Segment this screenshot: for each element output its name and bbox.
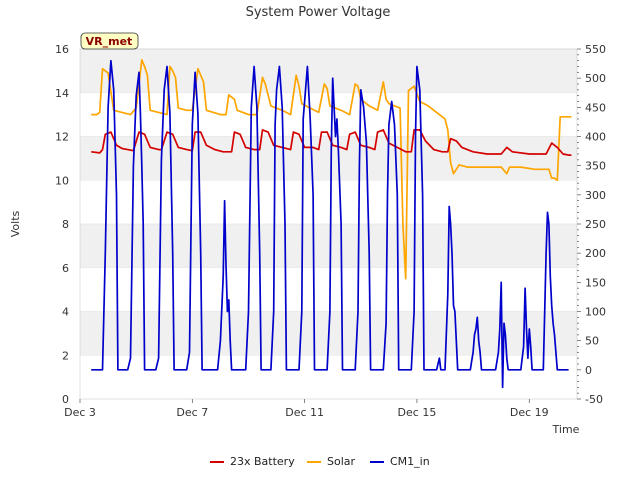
- y-tick-label: 16: [55, 43, 69, 56]
- y-tick-label: 2: [62, 349, 69, 362]
- grid-band: [80, 224, 577, 268]
- y2-tick-label: 50: [585, 335, 599, 348]
- legend: 23x Battery Solar CM1_in: [210, 455, 430, 468]
- x-tick-label: Dec 3: [64, 406, 96, 419]
- y2-tick-label: -50: [585, 393, 603, 406]
- y-axis-left: 0 2 4 6 8 10 12 14 16: [55, 43, 69, 406]
- badge-label: VR_met: [86, 35, 133, 48]
- y2-tick-label: 0: [585, 364, 592, 377]
- x-tick-label: Dec 19: [510, 406, 549, 419]
- y2-tick-label: 400: [585, 131, 606, 144]
- y-tick-label: 10: [55, 174, 69, 187]
- x-axis-label: Time: [552, 423, 580, 436]
- grid-band: [80, 49, 577, 93]
- x-axis: Dec 3 Dec 7 Dec 11 Dec 15 Dec 19: [64, 399, 549, 419]
- grid-band: [80, 136, 577, 181]
- chart-badge: VR_met: [80, 32, 139, 50]
- y-tick-label: 6: [62, 262, 69, 275]
- y2-tick-label: 500: [585, 72, 606, 85]
- y2-tick-label: 300: [585, 189, 606, 202]
- legend-label-cm1-in: CM1_in: [390, 455, 430, 468]
- y-tick-label: 8: [62, 218, 69, 231]
- y2-tick-label: 200: [585, 247, 606, 260]
- y-axis-label: Volts: [9, 210, 22, 237]
- x-tick-label: Dec 7: [176, 406, 208, 419]
- legend-label-solar: Solar: [327, 455, 356, 468]
- x-tick-label: Dec 11: [285, 406, 324, 419]
- chart: System Power Voltage 0 2 4 6 8 10 12 14 16 -50 0 5…: [9, 5, 606, 468]
- x-tick-label: Dec 15: [398, 406, 437, 419]
- y-tick-label: 14: [55, 87, 69, 100]
- y-tick-label: 4: [62, 306, 69, 319]
- y-tick-label: 0: [62, 393, 69, 406]
- y2-tick-label: 150: [585, 276, 606, 289]
- y-axis-right: -50 0 50 100 150 200 250 300 350 400 450 500 550: [577, 43, 606, 406]
- chart-title: System Power Voltage: [246, 5, 391, 20]
- legend-label-23x-battery: 23x Battery: [230, 455, 295, 468]
- y2-tick-label: 250: [585, 218, 606, 231]
- y2-tick-label: 450: [585, 101, 606, 114]
- y2-tick-label: 550: [585, 43, 606, 56]
- y-tick-label: 12: [55, 131, 69, 144]
- y2-tick-label: 350: [585, 160, 606, 173]
- y2-tick-label: 100: [585, 306, 606, 319]
